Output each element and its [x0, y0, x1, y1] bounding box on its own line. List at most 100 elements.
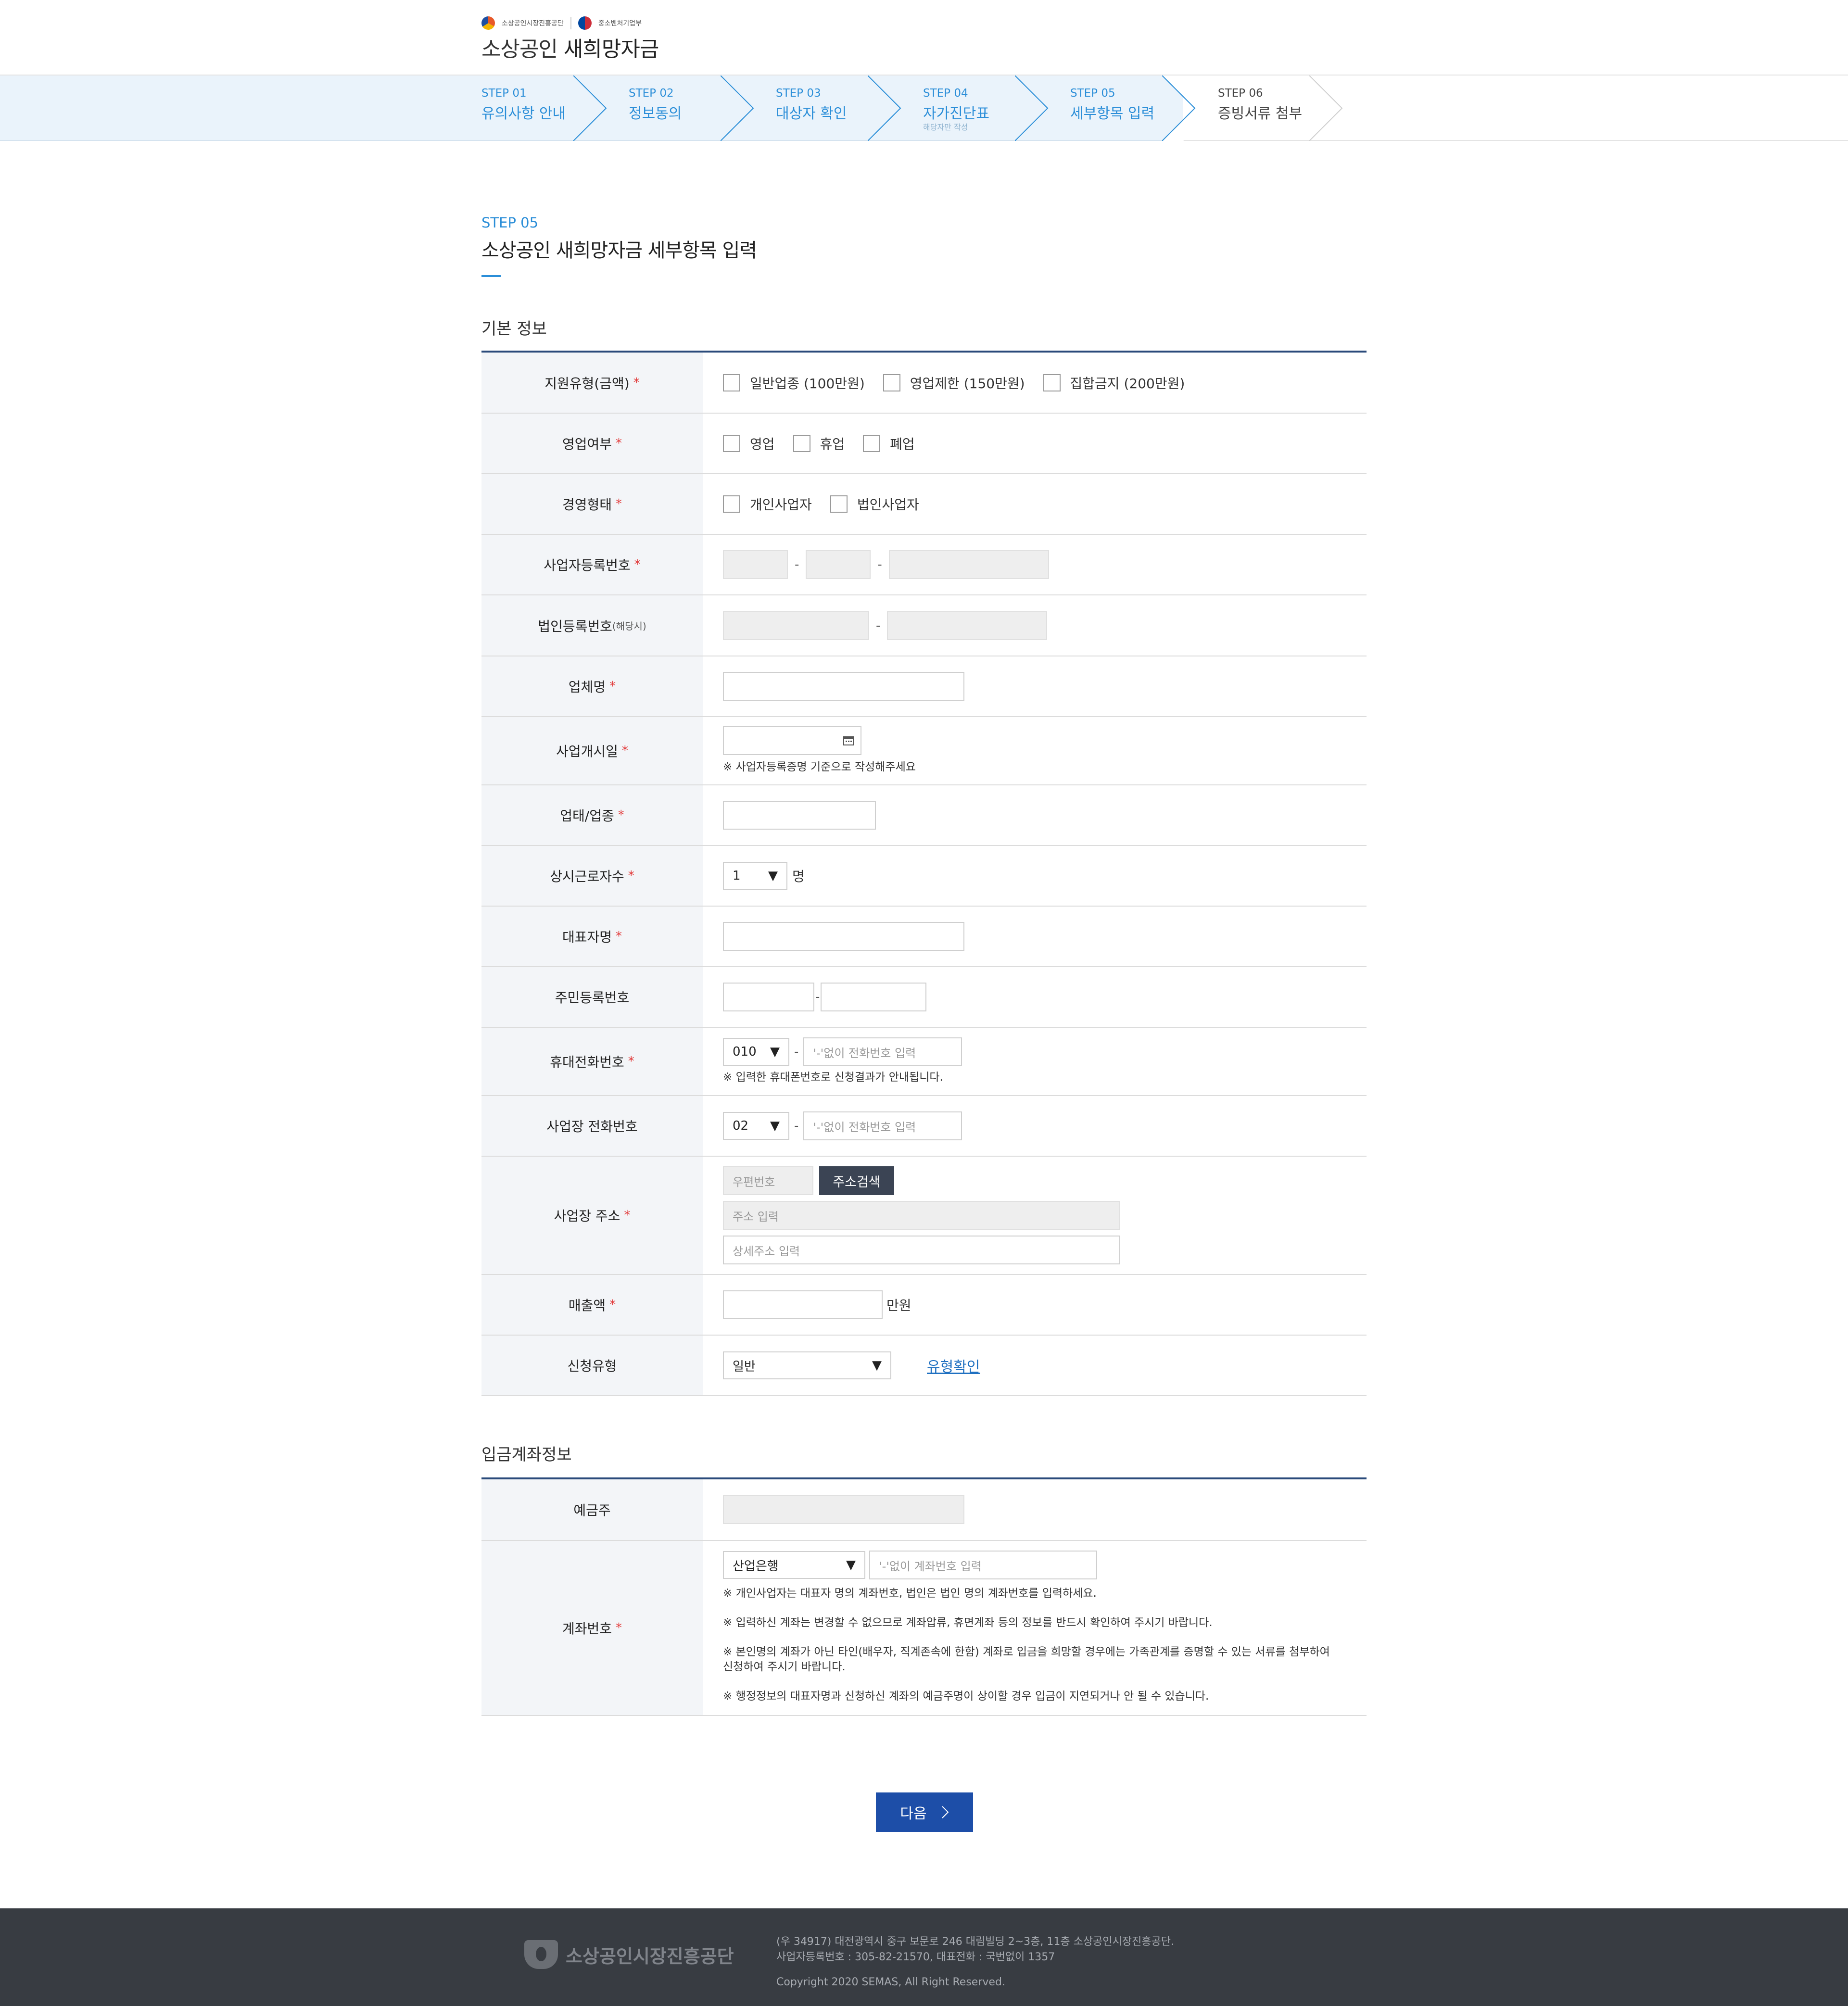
site-title[interactable]: 소상공인 새희망자금	[481, 32, 659, 63]
row-label: 업체명 *	[481, 656, 703, 716]
row-label: 계좌번호 *	[481, 1541, 703, 1715]
checkbox-box[interactable]	[723, 374, 740, 391]
biz-reg-no-part2[interactable]	[806, 550, 871, 579]
resident-no-part1[interactable]	[723, 983, 814, 1011]
account-note: ※ 입력하신 계좌는 변경할 수 없으므로 계좌압류, 휴면계좌 등의 정보를 …	[723, 1616, 1213, 1629]
label-text: 대표자명	[562, 929, 612, 945]
industry-input[interactable]	[723, 801, 876, 830]
corp-reg-no-part1[interactable]	[723, 611, 869, 640]
row-support-type: 지원유형(금액) * 일반업종 (100만원) 영업제한 (150만원) 집합금지…	[481, 353, 1367, 414]
step-01-name: 유의사항 안내	[481, 105, 566, 122]
separator: -	[794, 1045, 799, 1060]
org2-text: 중소벤처기업부	[598, 20, 642, 27]
section-title-account: 입금계좌정보	[481, 1445, 572, 1464]
step-06-label: STEP 06	[1218, 87, 1263, 100]
row-value	[703, 907, 1367, 966]
biz-phone-input[interactable]: '-'없이 전화번호 입력	[803, 1111, 962, 1140]
account-holder-input[interactable]	[723, 1495, 964, 1524]
footer-logo-text: 소상공인시장진흥공단	[566, 1945, 734, 1967]
row-label: 사업장 전화번호	[481, 1096, 703, 1156]
checkbox-individual[interactable]: 개인사업자	[723, 494, 812, 514]
address-input[interactable]: 주소 입력	[723, 1201, 1120, 1230]
address-detail-input[interactable]: 상세주소 입력	[723, 1236, 1120, 1264]
biz-phone-prefix-select[interactable]: 02 ▼	[723, 1112, 789, 1140]
site-title-main: 새희망자금	[563, 37, 659, 62]
row-biz-phone: 사업장 전화번호 02 ▼ - '-'없이 전화번호 입력	[481, 1096, 1367, 1157]
ceo-name-input[interactable]	[723, 922, 964, 951]
semas-logo-icon	[481, 16, 495, 30]
account-number-input[interactable]: '-'없이 계좌번호 입력	[869, 1551, 1097, 1579]
zip-input[interactable]: 우편번호	[723, 1166, 813, 1195]
biz-reg-no-part3[interactable]	[888, 550, 1049, 579]
zip-row: 우편번호 주소검색	[723, 1166, 894, 1195]
next-button[interactable]: 다음	[876, 1792, 973, 1832]
checkbox-suspended[interactable]: 휴업	[793, 434, 845, 453]
start-date-input[interactable]	[723, 726, 861, 756]
row-label: 휴대전화번호 *	[481, 1028, 703, 1095]
row-value: 02 ▼ - '-'없이 전화번호 입력	[703, 1096, 1367, 1156]
row-label: 법인등록번호 (해당시)	[481, 595, 703, 656]
mobile-prefix-select[interactable]: 010 ▼	[723, 1038, 789, 1066]
step-05-name: 세부항목 입력	[1070, 105, 1155, 122]
label-text: 매출액	[568, 1298, 606, 1313]
required-mark: *	[633, 375, 640, 390]
select-value: 산업은행	[733, 1559, 779, 1574]
sales-input[interactable]	[723, 1290, 883, 1319]
label-text: 휴대전화번호	[550, 1054, 624, 1070]
checkbox-box[interactable]	[723, 435, 740, 452]
label-text: 계좌번호	[562, 1621, 612, 1637]
footer-biz-info: 사업자등록번호 : 305-82-21570, 대표전화 : 국번없이 1357	[776, 1951, 1055, 1963]
checkbox-box[interactable]	[830, 495, 848, 513]
checkbox-corporate[interactable]: 법인사업자	[830, 494, 919, 514]
dropdown-arrow-icon: ▼	[872, 1358, 882, 1373]
row-value: 010 ▼ - '-'없이 전화번호 입력 ※ 입력한 휴대폰번호로 신청결과가 …	[703, 1028, 1367, 1095]
company-name-input[interactable]	[723, 672, 964, 701]
row-corp-reg-no: 법인등록번호 (해당시) -	[481, 595, 1367, 656]
site-header: 소상공인시장진흥공단 중소벤처기업부 소상공인 새희망자금	[0, 0, 1848, 76]
placeholder: '-'없이 전화번호 입력	[813, 1046, 916, 1060]
checkbox-box[interactable]	[883, 374, 900, 391]
account-note: ※ 행정정보의 대표자명과 신청하신 계좌의 예금주명이 상이할 경우 입금이 …	[723, 1690, 1209, 1703]
row-account-number: 계좌번호 * 산업은행 ▼ '-'없이 계좌번호 입력 ※ 개인사업자는 대표자 명…	[481, 1541, 1367, 1716]
dropdown-arrow-icon: ▼	[768, 869, 778, 883]
checkbox-box[interactable]	[723, 495, 740, 513]
checkbox-box[interactable]	[1043, 374, 1061, 391]
step-04-label: STEP 04	[923, 87, 968, 100]
required-mark: *	[616, 1621, 622, 1635]
step-chevron-icon	[1309, 76, 1343, 141]
checkbox-label: 일반업종 (100만원)	[750, 375, 865, 391]
label-text: 지원유형(금액)	[544, 375, 630, 391]
select-value: 02	[733, 1119, 749, 1133]
resident-no-part2[interactable]	[821, 983, 927, 1011]
apply-type-select[interactable]: 일반 ▼	[723, 1351, 891, 1379]
bank-select[interactable]: 산업은행 ▼	[723, 1551, 865, 1579]
mobile-number-input[interactable]: '-'없이 전화번호 입력	[803, 1037, 962, 1067]
type-check-link[interactable]: 유형확인	[927, 1355, 980, 1376]
chevron-right-icon	[941, 1806, 949, 1818]
checkbox-operating[interactable]: 영업	[723, 434, 775, 453]
row-resident-no: 주민등록번호 -	[481, 967, 1367, 1028]
label-text: 사업장 주소	[554, 1208, 620, 1224]
address-search-button[interactable]: 주소검색	[819, 1166, 894, 1195]
account-note: ※ 본인명의 계좌가 아닌 타인(배우자, 직계존속에 한함) 계좌로 입금을 …	[723, 1646, 1330, 1674]
biz-reg-no-part1[interactable]	[723, 550, 788, 579]
corp-reg-no-part2[interactable]	[887, 611, 1048, 640]
footer-copyright: Copyright 2020 SEMAS, All Right Reserved…	[776, 1976, 1005, 1988]
start-date-note: ※ 사업자등록증명 기준으로 작성해주세요	[723, 761, 916, 774]
checkbox-box[interactable]	[863, 435, 881, 452]
checkbox-closed[interactable]: 폐업	[863, 434, 915, 453]
checkbox-banned[interactable]: 집합금지 (200만원)	[1043, 373, 1185, 392]
row-label: 지원유형(금액) *	[481, 353, 703, 413]
row-label: 주민등록번호	[481, 967, 703, 1027]
row-value: 만원	[703, 1275, 1367, 1335]
label-text: 경영형태	[562, 497, 612, 513]
placeholder: 상세주소 입력	[733, 1244, 800, 1258]
required-mark: *	[621, 744, 628, 758]
page: 소상공인시장진흥공단 중소벤처기업부 소상공인 새희망자금 STEP 01 유의…	[0, 0, 1848, 2006]
checkbox-box[interactable]	[793, 435, 810, 452]
checkbox-restricted[interactable]: 영업제한 (150만원)	[883, 373, 1025, 392]
checkbox-general[interactable]: 일반업종 (100만원)	[723, 373, 865, 392]
calendar-icon[interactable]	[843, 736, 854, 746]
employees-select[interactable]: 1 ▼	[723, 862, 787, 890]
step-chevron-icon	[1015, 76, 1049, 141]
